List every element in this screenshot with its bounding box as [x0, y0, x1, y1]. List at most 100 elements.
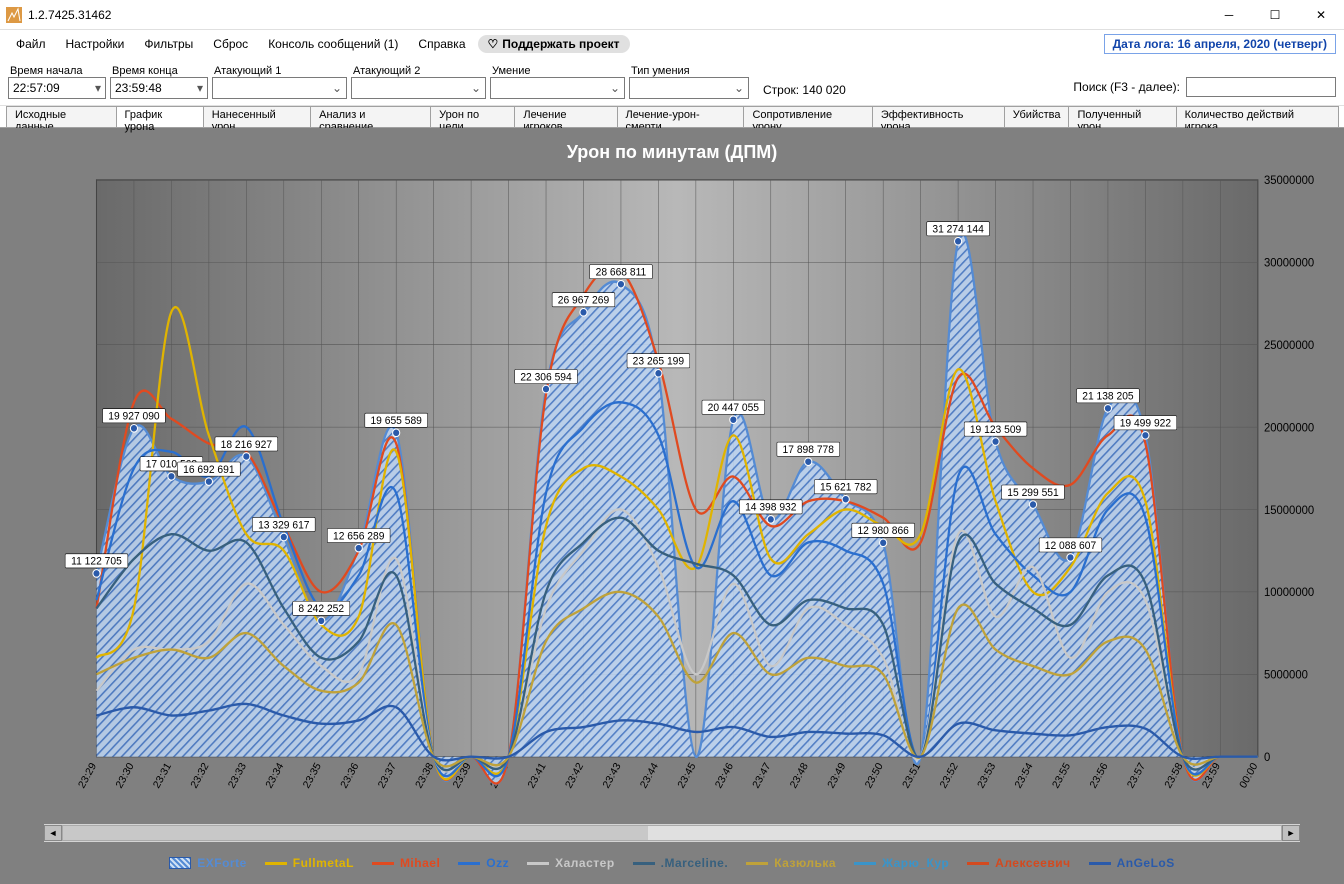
svg-text:23:36: 23:36 [338, 761, 361, 791]
svg-text:23:51: 23:51 [900, 761, 923, 791]
svg-text:23:33: 23:33 [226, 761, 249, 791]
svg-text:28 668 811: 28 668 811 [596, 266, 647, 278]
tab-6[interactable]: Лечение-урон-смерти [617, 106, 745, 127]
tab-2[interactable]: Нанесенный урон [203, 106, 311, 127]
tab-0[interactable]: Исходные данные [6, 106, 117, 127]
svg-text:23:46: 23:46 [713, 761, 736, 791]
attacker2-select[interactable]: ⌄ [351, 77, 486, 99]
attacker2-label: Атакующий 2 [351, 65, 486, 77]
svg-text:23:55: 23:55 [1050, 761, 1073, 791]
chart-title: Урон по минутам (ДПМ) [4, 132, 1340, 169]
minimize-button[interactable]: ─ [1206, 0, 1252, 29]
legend-item[interactable]: EXForte [169, 856, 247, 870]
skilltype-select[interactable]: ⌄ [629, 77, 749, 99]
close-button[interactable]: ✕ [1298, 0, 1344, 29]
row-count: Строк: 140 020 [763, 83, 846, 97]
svg-text:23:37: 23:37 [376, 761, 399, 791]
svg-text:12 980 866: 12 980 866 [857, 525, 909, 537]
menu-reset[interactable]: Сброс [205, 33, 256, 55]
log-date: Дата лога: 16 апреля, 2020 (четверг) [1104, 34, 1336, 54]
tab-9[interactable]: Убийства [1004, 106, 1070, 127]
svg-text:23:47: 23:47 [750, 761, 773, 791]
tab-10[interactable]: Полученный урон [1068, 106, 1176, 127]
svg-text:18 216 927: 18 216 927 [221, 439, 273, 451]
svg-text:0: 0 [1264, 751, 1271, 764]
tab-7[interactable]: Сопротивление урону [743, 106, 872, 127]
menu-console[interactable]: Консоль сообщений (1) [260, 33, 406, 55]
menu-filters[interactable]: Фильтры [136, 33, 201, 55]
svg-text:23:49: 23:49 [825, 761, 848, 791]
start-time-label: Время начала [8, 65, 106, 77]
svg-text:10000000: 10000000 [1264, 586, 1315, 599]
svg-text:22 306 594: 22 306 594 [520, 371, 572, 383]
attacker1-select[interactable]: ⌄ [212, 77, 347, 99]
svg-text:31 274 144: 31 274 144 [932, 223, 984, 235]
tab-1[interactable]: График урона [116, 106, 204, 127]
tab-4[interactable]: Урон по цели [430, 106, 515, 127]
svg-text:23:35: 23:35 [301, 761, 324, 791]
svg-text:23:42: 23:42 [563, 761, 586, 791]
svg-text:19 927 090: 19 927 090 [108, 410, 160, 422]
maximize-button[interactable]: ☐ [1252, 0, 1298, 29]
end-time-input[interactable]: 23:59:48▾ [110, 77, 208, 99]
legend-item[interactable]: Казюлька [746, 856, 836, 870]
svg-text:23:31: 23:31 [151, 761, 174, 791]
skilltype-label: Тип умения [629, 65, 749, 77]
scroll-left-button[interactable]: ◄ [44, 825, 62, 841]
legend-item[interactable]: Mihael [372, 856, 440, 870]
svg-text:12 656 289: 12 656 289 [333, 530, 385, 542]
legend-item[interactable]: .Marceline. [633, 856, 729, 870]
chart-scrollbar[interactable]: ◄ ► [44, 824, 1300, 842]
svg-text:8 242 252: 8 242 252 [298, 603, 344, 615]
start-time-input[interactable]: 22:57:09▾ [8, 77, 106, 99]
menu-file[interactable]: Файл [8, 33, 54, 55]
end-time-label: Время конца [110, 65, 208, 77]
svg-text:23:45: 23:45 [675, 761, 698, 791]
svg-text:23:56: 23:56 [1088, 761, 1111, 791]
app-icon [6, 7, 22, 23]
svg-text:19 123 509: 19 123 509 [970, 424, 1022, 436]
skill-select[interactable]: ⌄ [490, 77, 625, 99]
svg-text:23:54: 23:54 [1013, 761, 1036, 791]
svg-text:13 329 617: 13 329 617 [258, 519, 310, 531]
svg-text:23:52: 23:52 [938, 761, 961, 791]
search-input[interactable] [1186, 77, 1336, 97]
legend-item[interactable]: FullmetaL [265, 856, 354, 870]
svg-text:17 898 778: 17 898 778 [783, 444, 835, 456]
search-label: Поиск (F3 - далее): [1073, 80, 1180, 94]
legend-item[interactable]: Алексеевич [967, 856, 1070, 870]
svg-text:23:44: 23:44 [638, 761, 661, 791]
menu-settings[interactable]: Настройки [58, 33, 133, 55]
tab-8[interactable]: Эффективность урона [872, 106, 1005, 127]
legend-item[interactable]: Халастер [527, 856, 615, 870]
scroll-right-button[interactable]: ► [1282, 825, 1300, 841]
svg-text:16 692 691: 16 692 691 [183, 464, 235, 476]
legend-item[interactable]: AnGeLoS [1089, 856, 1175, 870]
tab-3[interactable]: Анализ и сравнение [310, 106, 431, 127]
svg-text:12 088 607: 12 088 607 [1045, 540, 1097, 552]
svg-text:19 655 589: 19 655 589 [370, 415, 422, 427]
tab-11[interactable]: Количество действий игрока [1176, 106, 1339, 127]
svg-text:15 299 551: 15 299 551 [1007, 487, 1059, 499]
svg-text:15000000: 15000000 [1264, 504, 1315, 517]
svg-text:23:34: 23:34 [263, 761, 286, 791]
attacker1-label: Атакующий 1 [212, 65, 347, 77]
svg-text:11 122 705: 11 122 705 [71, 555, 122, 567]
svg-text:20 447 055: 20 447 055 [708, 402, 760, 414]
svg-text:23:29: 23:29 [76, 761, 99, 791]
skill-label: Умение [490, 65, 625, 77]
svg-text:23:41: 23:41 [526, 761, 549, 791]
menu-help[interactable]: Справка [410, 33, 473, 55]
support-button[interactable]: ♡ Поддержать проект [478, 35, 630, 53]
svg-text:23:48: 23:48 [788, 761, 811, 791]
svg-text:19 499 922: 19 499 922 [1120, 417, 1172, 429]
legend-item[interactable]: Жарю_Кур [854, 856, 949, 870]
svg-text:00:00: 00:00 [1237, 761, 1260, 791]
svg-text:21 138 205: 21 138 205 [1082, 390, 1134, 402]
chart-area[interactable]: 0500000010000000150000002000000025000000… [4, 169, 1340, 822]
svg-text:25000000: 25000000 [1264, 339, 1315, 352]
svg-text:23:32: 23:32 [188, 761, 211, 791]
tab-5[interactable]: Лечение игроков [514, 106, 617, 127]
svg-text:23:53: 23:53 [975, 761, 998, 791]
legend-item[interactable]: Ozz [458, 856, 509, 870]
